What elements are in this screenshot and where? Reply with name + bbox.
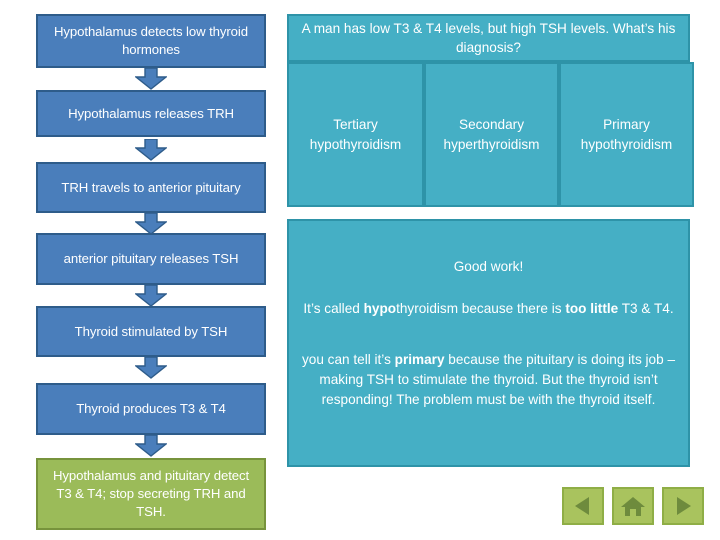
quiz-option-1-label: Secondary hyperthyroidism [443,117,540,152]
flow-arrow-5 [135,357,167,379]
feedback-p1-part-e: T3 & T4. [618,300,674,316]
flow-step-5-label: Thyroid stimulated by TSH [74,323,228,339]
flow-step-6: Thyroid produces T3 & T4 [36,383,266,435]
flow-arrow-2 [135,139,167,161]
quiz-options: Tertiary hypothyroidism Secondary hypert… [287,62,694,207]
thyroid-feedback-flowchart: Hypothalamus detects low thyroid hormone… [0,0,286,540]
home-icon [620,494,646,518]
feedback-p2-part-a: you can tell it’s [301,352,395,368]
flow-step-7: Hypothalamus and pituitary detect T3 & T… [36,458,266,530]
flow-arrow-4 [135,285,167,307]
flow-arrow-1 [135,68,167,90]
quiz-option-primary-hypothyroidism[interactable]: Primary hypothyroidism [559,62,694,207]
feedback-explanation-hypo: It’s called hypothyroidism because there… [299,299,678,319]
flow-step-3: TRH travels to anterior pituitary [36,162,266,213]
flow-step-3-label: TRH travels to anterior pituitary [61,179,241,195]
quiz-option-secondary-hyperthyroidism[interactable]: Secondary hyperthyroidism [424,62,559,207]
flow-step-2: Hypothalamus releases TRH [36,90,266,137]
flow-arrow-6 [135,435,167,457]
flow-step-1-label: Hypothalamus detects low thyroid hormone… [54,24,248,57]
feedback-explanation-primary: you can tell it’s primary because the pi… [299,350,678,409]
feedback-p1-bold-too-little: too little [565,300,619,316]
feedback-title: Good work! [453,259,524,274]
back-arrow-icon [571,494,595,518]
feedback-p1-bold-hypo: hypo [363,300,397,316]
feedback-p1-part-a: It’s called [303,300,364,316]
flow-step-7-label: Hypothalamus and pituitary detect T3 & T… [52,468,250,519]
forward-arrow-icon [671,494,695,518]
quiz-option-0-label: Tertiary hypothyroidism [309,117,402,152]
flow-step-2-label: Hypothalamus releases TRH [68,105,234,121]
flow-step-6-label: Thyroid produces T3 & T4 [76,401,226,417]
flow-step-4: anterior pituitary releases TSH [36,233,266,285]
feedback-p2-bold-primary: primary [394,352,445,368]
quiz-option-tertiary-hypothyroidism[interactable]: Tertiary hypothyroidism [287,62,424,207]
flow-arrow-3 [135,213,167,235]
quiz-option-2-label: Primary hypothyroidism [580,117,673,152]
forward-button[interactable] [662,487,704,525]
home-button[interactable] [612,487,654,525]
flow-step-1: Hypothalamus detects low thyroid hormone… [36,14,266,68]
feedback-panel: Good work! It’s called hypothyroidism be… [287,219,690,467]
navigation-buttons [562,487,704,525]
flow-step-4-label: anterior pituitary releases TSH [63,251,239,267]
quiz-question-text: A man has low T3 & T4 levels, but high T… [301,20,676,55]
flow-step-5: Thyroid stimulated by TSH [36,306,266,357]
quiz-question: A man has low T3 & T4 levels, but high T… [287,14,690,62]
back-button[interactable] [562,487,604,525]
feedback-p1-part-c: thyroidism because there is [396,300,566,316]
